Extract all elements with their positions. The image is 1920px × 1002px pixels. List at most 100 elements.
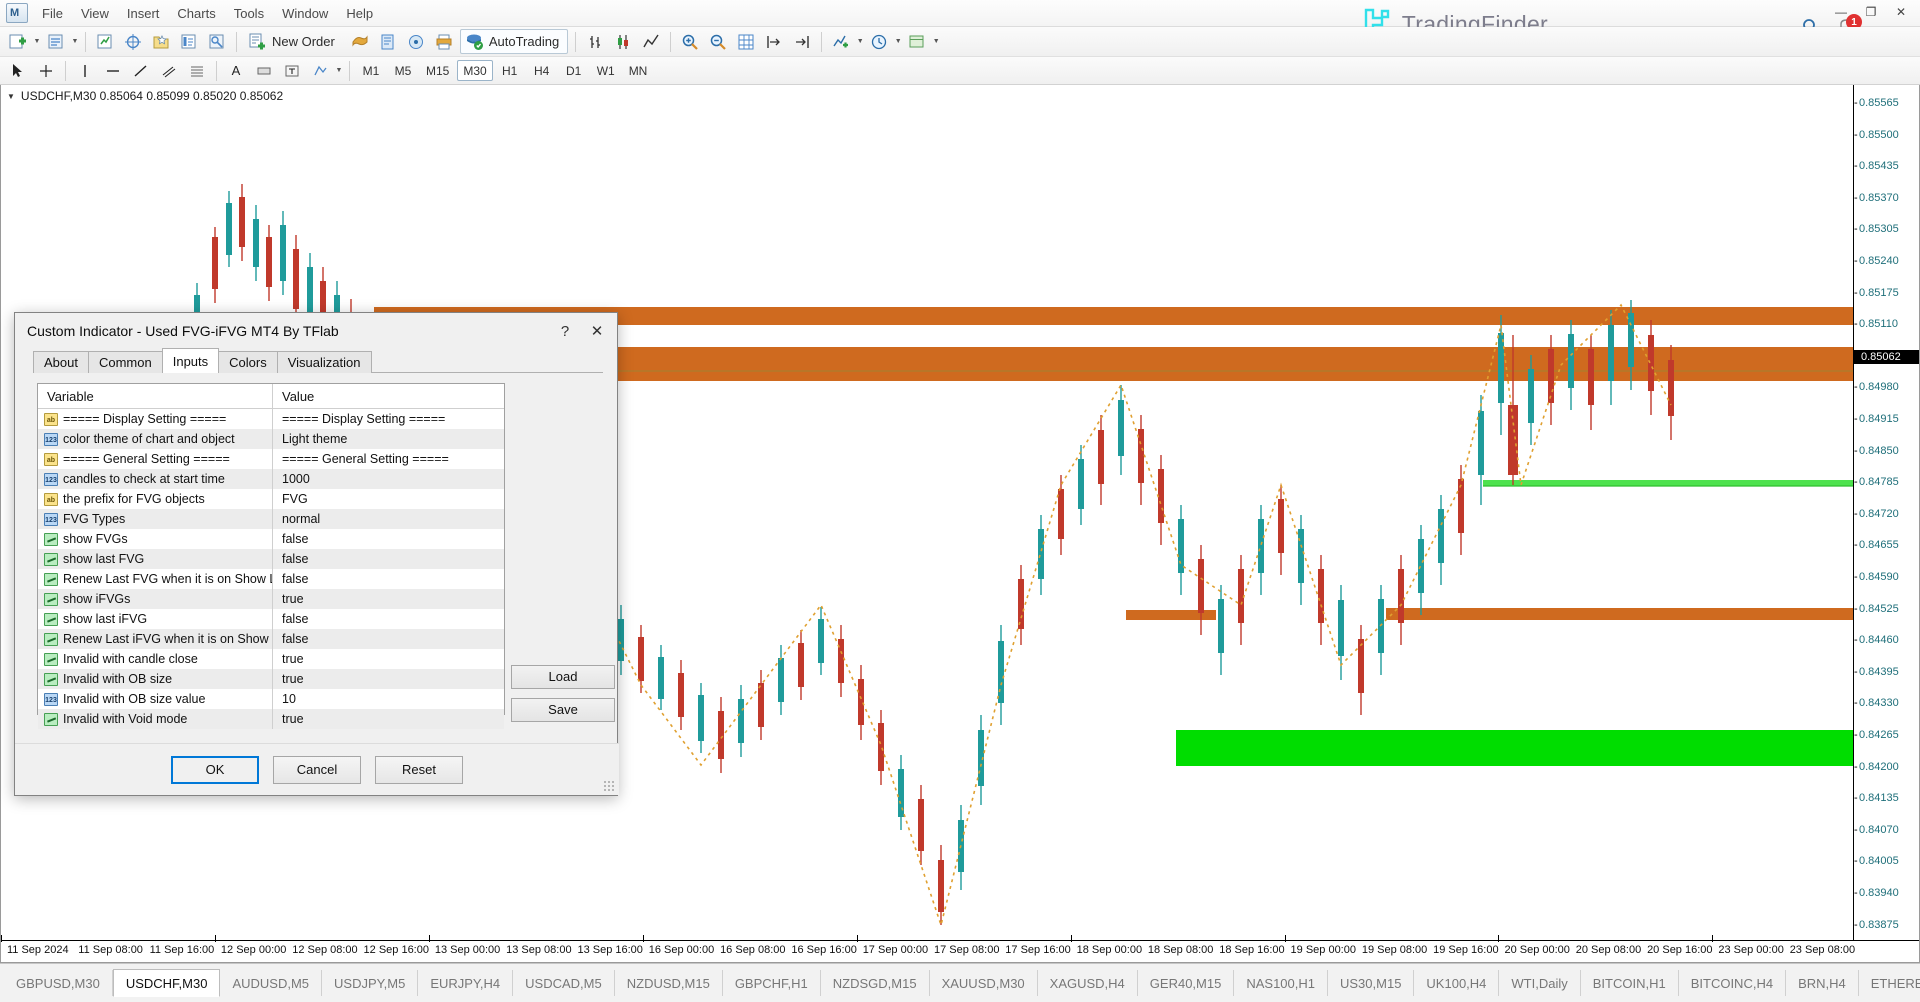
table-row[interactable]: 123candles to check at start time1000	[38, 469, 504, 489]
symbol-tab-bitcoin[interactable]: BITCOIN,H1	[1581, 970, 1679, 996]
timeframe-m5[interactable]: M5	[388, 60, 418, 81]
row-value-cell[interactable]: false	[272, 609, 504, 629]
help-icon[interactable]: ?	[549, 318, 581, 344]
new-order-button[interactable]: New Order	[244, 29, 344, 54]
menu-item-view[interactable]: View	[72, 2, 118, 25]
row-value-cell[interactable]: FVG	[272, 489, 504, 509]
table-row[interactable]: 123Invalid with OB size value10	[38, 689, 504, 709]
grid-icon[interactable]	[733, 30, 759, 54]
minimize-button[interactable]: —	[1826, 2, 1856, 22]
row-value-cell[interactable]: false	[272, 529, 504, 549]
symbol-tab-usdchf[interactable]: USDCHF,M30	[113, 969, 221, 997]
text-label-icon[interactable]	[251, 59, 277, 83]
row-value-cell[interactable]: normal	[272, 509, 504, 529]
navigator-icon[interactable]	[148, 30, 174, 54]
price-axis[interactable]: -0.85565-0.85500-0.85435-0.85370-0.85305…	[1853, 85, 1919, 962]
cursor-icon[interactable]	[5, 59, 31, 83]
save-button[interactable]: Save	[511, 698, 615, 722]
inputs-grid[interactable]: Variable Value ab===== Display Setting =…	[37, 383, 505, 715]
tab-visualization[interactable]: Visualization	[277, 351, 372, 373]
symbol-tab-nzdsgd[interactable]: NZDSGD,M15	[821, 970, 930, 996]
row-value-cell[interactable]: ===== General Setting =====	[272, 449, 504, 469]
row-value-cell[interactable]: ===== Display Setting =====	[272, 409, 504, 429]
symbol-tab-xagusd[interactable]: XAGUSD,H4	[1038, 970, 1138, 996]
symbol-tab-ger40[interactable]: GER40,M15	[1138, 970, 1235, 996]
expert-advisors-icon[interactable]	[347, 30, 373, 54]
row-value-cell[interactable]: false	[272, 569, 504, 589]
cancel-button[interactable]: Cancel	[273, 756, 361, 784]
periods-icon[interactable]	[866, 30, 892, 54]
text-icon[interactable]: A	[223, 59, 249, 83]
table-row[interactable]: show FVGsfalse	[38, 529, 504, 549]
ok-button[interactable]: OK	[171, 756, 259, 784]
indicators-icon[interactable]	[828, 30, 854, 54]
timeframe-d1[interactable]: D1	[559, 60, 589, 81]
table-row[interactable]: 123FVG Typesnormal	[38, 509, 504, 529]
horizontal-line-icon[interactable]	[100, 59, 126, 83]
menu-item-charts[interactable]: Charts	[168, 2, 224, 25]
symbol-tab-brn[interactable]: BRN,H4	[1786, 970, 1859, 996]
trendline-icon[interactable]	[128, 59, 154, 83]
custom-indicator-dialog[interactable]: Custom Indicator - Used FVG-iFVG MT4 By …	[14, 312, 618, 796]
table-row[interactable]: Invalid with Void modetrue	[38, 709, 504, 729]
timeframe-m30[interactable]: M30	[457, 60, 492, 81]
table-row[interactable]: abthe prefix for FVG objectsFVG	[38, 489, 504, 509]
candlestick-chart-icon[interactable]	[610, 30, 636, 54]
templates-icon[interactable]	[904, 30, 930, 54]
timeframe-h1[interactable]: H1	[495, 60, 525, 81]
table-row[interactable]: 123color theme of chart and objectLight …	[38, 429, 504, 449]
table-row[interactable]: Invalid with candle closetrue	[38, 649, 504, 669]
shapes-icon[interactable]	[307, 59, 333, 83]
signals-icon[interactable]	[403, 30, 429, 54]
market-watch-icon[interactable]	[92, 30, 118, 54]
tab-colors[interactable]: Colors	[218, 351, 278, 373]
symbol-tab-ethereum[interactable]: ETHEREUM,M1	[1859, 970, 1920, 996]
table-row[interactable]: show iFVGstrue	[38, 589, 504, 609]
equidistant-channel-icon[interactable]	[156, 59, 182, 83]
symbol-tab-usdcad[interactable]: USDCAD,M5	[513, 970, 615, 996]
row-value-cell[interactable]: false	[272, 629, 504, 649]
menu-item-insert[interactable]: Insert	[118, 2, 169, 25]
symbol-tab-xauusd[interactable]: XAUUSD,M30	[930, 970, 1038, 996]
close-icon[interactable]: ✕	[581, 318, 613, 344]
autotrading-button[interactable]: AutoTrading	[460, 29, 568, 54]
line-chart-icon[interactable]	[638, 30, 664, 54]
symbol-tab-nzdusd[interactable]: NZDUSD,M15	[615, 970, 723, 996]
fibonacci-icon[interactable]	[184, 59, 210, 83]
table-row[interactable]: Renew Last iFVG when it is on Show Lastf…	[38, 629, 504, 649]
menu-item-tools[interactable]: Tools	[225, 2, 273, 25]
shapes-dropdown-icon[interactable]: ▼	[334, 59, 344, 83]
symbol-tab-audusd[interactable]: AUDUSD,M5	[220, 970, 322, 996]
vertical-line-icon[interactable]	[72, 59, 98, 83]
time-axis[interactable]: 11 Sep 202411 Sep 08:0011 Sep 16:0012 Se…	[1, 940, 1920, 962]
new-chart-dropdown-icon[interactable]: ▼	[32, 30, 42, 54]
symbol-tab-bitcoinc[interactable]: BITCOINC,H4	[1679, 970, 1786, 996]
strategy-tester-icon[interactable]	[204, 30, 230, 54]
table-row[interactable]: Invalid with OB sizetrue	[38, 669, 504, 689]
tab-inputs[interactable]: Inputs	[162, 348, 219, 373]
symbol-tab-nas100[interactable]: NAS100,H1	[1234, 970, 1328, 996]
row-value-cell[interactable]: true	[272, 669, 504, 689]
templates-dropdown-icon[interactable]: ▼	[931, 30, 941, 54]
symbol-tab-gbpchf[interactable]: GBPCHF,H1	[723, 970, 821, 996]
timeframe-m1[interactable]: M1	[356, 60, 386, 81]
timeframe-m15[interactable]: M15	[420, 60, 455, 81]
row-value-cell[interactable]: false	[272, 549, 504, 569]
symbol-tab-wti[interactable]: WTI,Daily	[1499, 970, 1580, 996]
menu-item-window[interactable]: Window	[273, 2, 337, 25]
indicators-dropdown-icon[interactable]: ▼	[855, 30, 865, 54]
menu-item-file[interactable]: File	[33, 2, 72, 25]
data-window-icon[interactable]	[120, 30, 146, 54]
timeframe-h4[interactable]: H4	[527, 60, 557, 81]
tab-common[interactable]: Common	[88, 351, 163, 373]
zoom-in-icon[interactable]	[677, 30, 703, 54]
text-box-icon[interactable]	[279, 59, 305, 83]
periods-dropdown-icon[interactable]: ▼	[893, 30, 903, 54]
dialog-title-bar[interactable]: Custom Indicator - Used FVG-iFVG MT4 By …	[15, 313, 617, 349]
table-row[interactable]: Renew Last FVG when it is on Show Lastfa…	[38, 569, 504, 589]
maximize-button[interactable]: ❐	[1856, 2, 1886, 22]
row-value-cell[interactable]: true	[272, 649, 504, 669]
table-row[interactable]: ab===== General Setting ========== Gener…	[38, 449, 504, 469]
terminal-icon[interactable]	[176, 30, 202, 54]
menu-item-help[interactable]: Help	[337, 2, 382, 25]
